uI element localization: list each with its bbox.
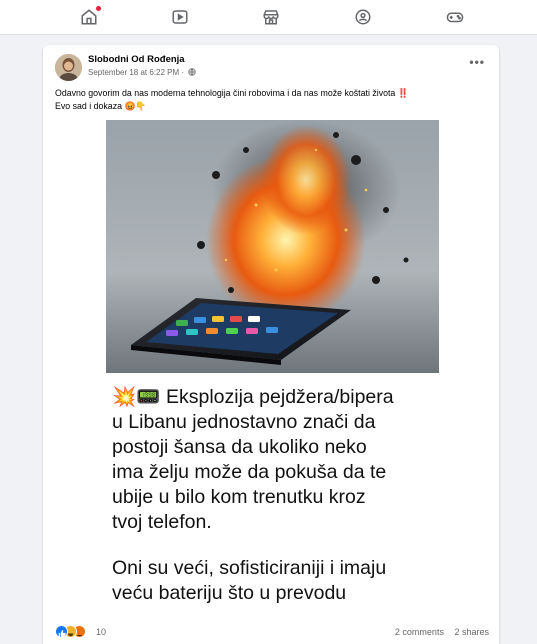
more-options-button[interactable]: ••• — [469, 56, 485, 68]
image-text-card: 💥📟 Eksplozija pejdžera/bipera u Libanu j… — [106, 373, 439, 618]
caption-line: Odavno govorim da nas moderna tehnologij… — [55, 88, 409, 98]
groups-icon[interactable] — [354, 8, 372, 26]
caption-line: Evo sad i dokaza 😡👇 — [55, 101, 147, 111]
post-timestamp[interactable]: September 18 at 6:22 PM — [88, 68, 179, 77]
post-caption: Odavno govorim da nas moderna tehnologij… — [55, 87, 485, 113]
notification-dot — [96, 6, 101, 11]
image-body-text: Oni su veći, sofisticiraniji i imaju već… — [112, 557, 387, 604]
author-avatar[interactable] — [55, 54, 82, 81]
feed-post: Slobodni Od Rođenja September 18 at 6:22… — [43, 45, 499, 644]
post-meta: September 18 at 6:22 PM · — [88, 68, 196, 78]
reactions-summary[interactable] — [55, 625, 95, 639]
meta-separator: · — [181, 68, 185, 77]
shares-count-link[interactable]: 2 shares — [454, 627, 489, 637]
post-footer: 10 2 comments 2 shares — [43, 622, 499, 644]
like-reaction-icon — [55, 625, 68, 638]
globe-icon — [188, 68, 196, 78]
comments-count-link[interactable]: 2 comments — [395, 627, 444, 637]
home-icon[interactable] — [80, 6, 101, 26]
top-navigation-bar — [0, 0, 537, 35]
image-headline: 💥📟 Eksplozija pejdžera/bipera u Libanu j… — [112, 386, 394, 533]
store-icon[interactable] — [262, 8, 280, 26]
gamepad-icon[interactable] — [446, 8, 464, 26]
explosion-phone-image[interactable] — [106, 120, 439, 373]
reaction-count[interactable]: 10 — [96, 627, 106, 637]
post-stats: 2 comments 2 shares — [387, 627, 489, 637]
author-name[interactable]: Slobodni Od Rođenja — [88, 54, 185, 65]
video-icon[interactable] — [171, 8, 189, 26]
